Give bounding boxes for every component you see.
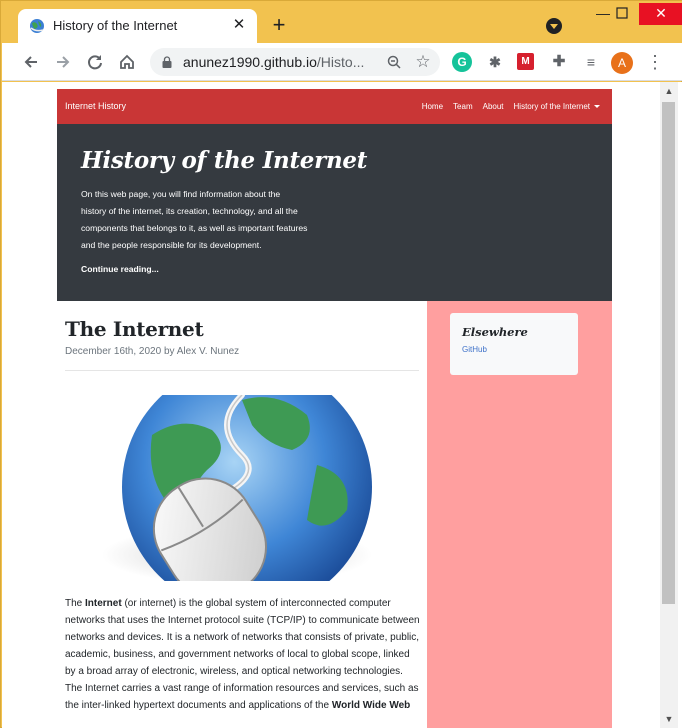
continue-reading-link[interactable]: Continue reading... (81, 264, 159, 274)
grammarly-extension-icon[interactable]: G (452, 52, 472, 72)
forward-icon[interactable] (51, 50, 75, 74)
nav-links: Home Team About History of the Internet (422, 102, 600, 111)
post-meta: December 16th, 2020 by Alex V. Nunez (65, 346, 240, 357)
elsewhere-card: Elsewhere GitHub (450, 313, 578, 375)
mendeley-extension-icon[interactable]: M (517, 53, 534, 70)
page-container: Internet History Home Team About History… (57, 89, 612, 728)
site-navbar: Internet History Home Team About History… (57, 89, 612, 124)
tab-title: History of the Internet (53, 18, 178, 33)
scroll-thumb[interactable] (662, 102, 675, 604)
tab-close-icon[interactable]: ✕ (230, 16, 248, 34)
new-tab-icon[interactable]: + (267, 14, 291, 38)
page-viewport[interactable]: Internet History Home Team About History… (2, 82, 682, 728)
bug-extension-icon[interactable]: ✱ (485, 52, 505, 72)
post-divider (65, 370, 419, 371)
browser-window: History of the Internet ✕ + — ✕ anunez19… (0, 0, 682, 728)
post-title: The Internet (65, 317, 204, 341)
nav-home-link[interactable]: Home (422, 102, 443, 111)
lock-icon (162, 56, 172, 68)
globe-favicon-icon (30, 19, 44, 33)
reload-icon[interactable] (83, 50, 107, 74)
home-icon[interactable] (115, 50, 139, 74)
address-bar[interactable]: anunez1990.github.io/Histo... ☆ (150, 48, 440, 76)
globe-mouse-illustration (102, 395, 382, 581)
hero-title: History of the Internet (81, 147, 368, 174)
nav-about-link[interactable]: About (483, 102, 504, 111)
window-close-icon[interactable]: ✕ (639, 3, 682, 25)
profile-avatar[interactable]: A (611, 52, 633, 74)
browser-tab[interactable]: History of the Internet ✕ (18, 9, 257, 43)
nav-team-link[interactable]: Team (453, 102, 473, 111)
media-queue-icon[interactable]: ≡ (581, 52, 601, 72)
zoom-icon[interactable] (383, 51, 405, 73)
maximize-icon[interactable] (605, 3, 639, 25)
elsewhere-title: Elsewhere (462, 325, 528, 339)
main-column: The Internet December 16th, 2020 by Alex… (57, 301, 427, 728)
tab-search-icon[interactable] (546, 18, 562, 34)
site-brand-link[interactable]: Internet History (65, 101, 126, 111)
vertical-scrollbar[interactable]: ▲ ▼ (660, 82, 678, 728)
menu-dots-icon[interactable]: ⋮ (643, 50, 667, 74)
url-text: anunez1990.github.io/Histo... (183, 54, 365, 70)
browser-toolbar: anunez1990.github.io/Histo... ☆ G ✱ M ✚ … (2, 43, 682, 81)
hero-banner: History of the Internet On this web page… (57, 124, 612, 301)
scroll-up-icon[interactable]: ▲ (660, 82, 678, 100)
github-link[interactable]: GitHub (462, 345, 487, 354)
nav-history-dropdown[interactable]: History of the Internet (514, 102, 600, 111)
hero-description: On this web page, you will find informat… (81, 189, 308, 250)
post-body: The Internet (or internet) is the global… (65, 598, 420, 711)
sidebar: Elsewhere GitHub (427, 301, 612, 728)
scroll-down-icon[interactable]: ▼ (660, 710, 678, 728)
caret-down-icon (594, 105, 600, 109)
bookmark-star-icon[interactable]: ☆ (412, 51, 434, 73)
back-icon[interactable] (19, 50, 43, 74)
extensions-puzzle-icon[interactable]: ✚ (549, 52, 569, 72)
tab-strip: History of the Internet ✕ + — ✕ (1, 1, 682, 43)
